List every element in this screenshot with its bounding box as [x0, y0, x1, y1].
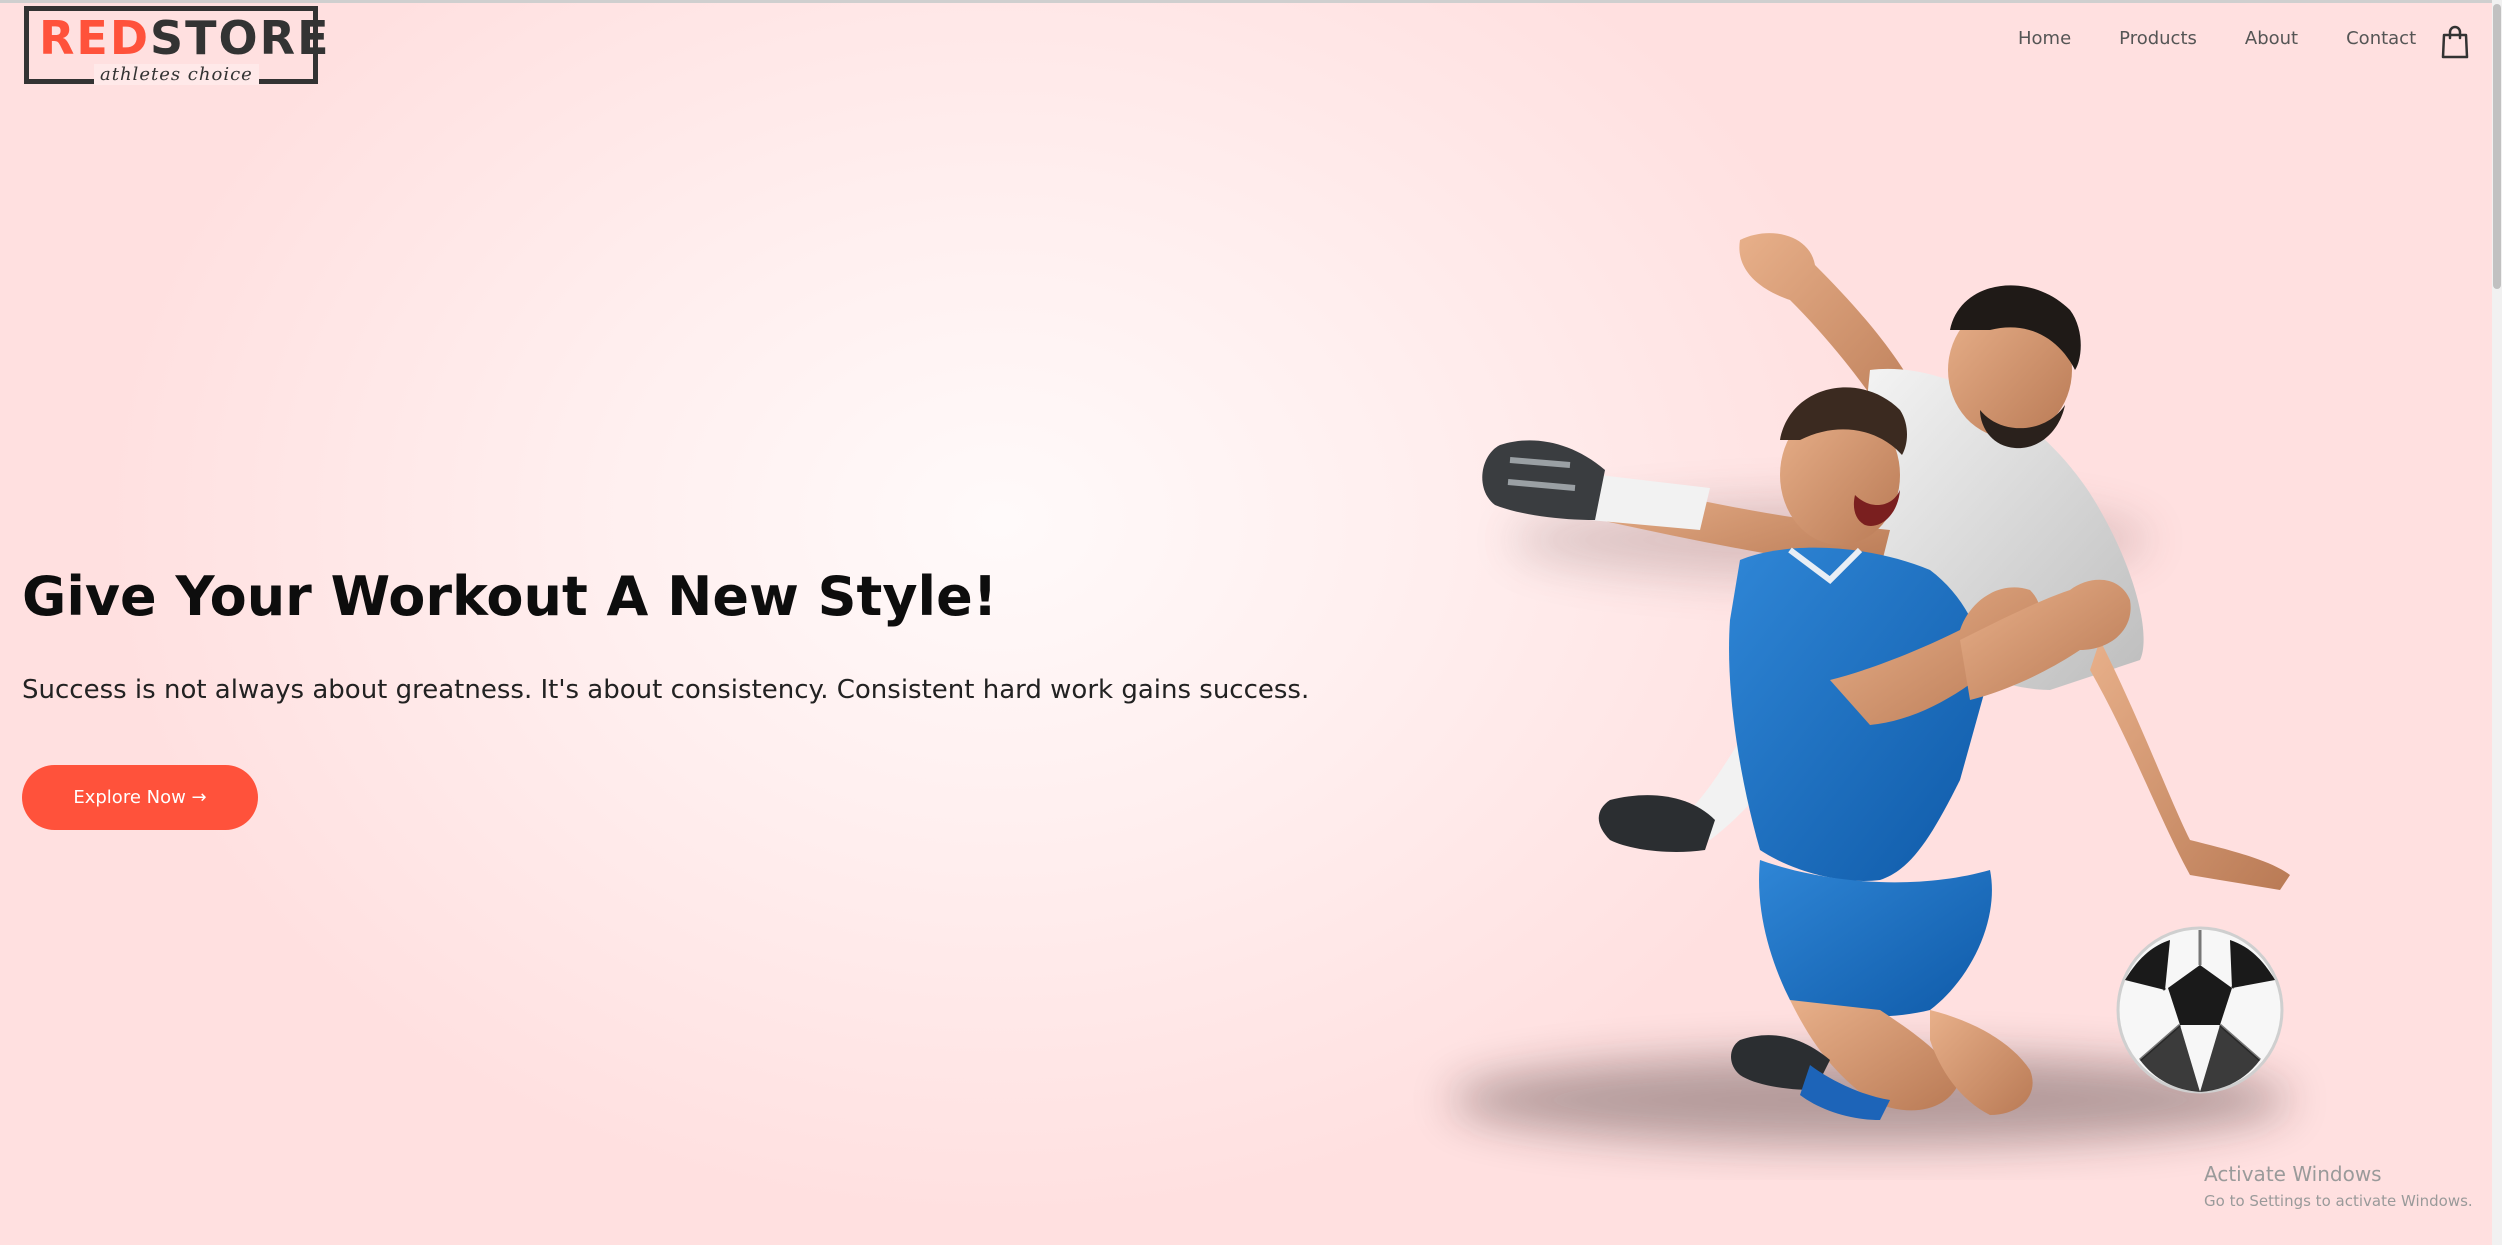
vertical-scrollbar[interactable]	[2492, 0, 2502, 1245]
watermark-title: Activate Windows	[2204, 1162, 2382, 1186]
scrollbar-thumb[interactable]	[2493, 4, 2501, 289]
nav-link-contact[interactable]: Contact	[2346, 28, 2416, 49]
shopping-bag-icon[interactable]	[2440, 24, 2470, 60]
windows-activation-watermark: Activate Windows Go to Settings to activ…	[2204, 1162, 2473, 1210]
page: REDSTORE athletes choice Home Products A…	[0, 0, 2502, 1245]
logo-dark-text: STORE	[150, 11, 331, 65]
logo-red-text: RED	[39, 11, 151, 65]
nav-link-products[interactable]: Products	[2119, 28, 2197, 49]
hero-subtitle: Success is not always about greatness. I…	[22, 675, 1310, 705]
watermark-subtitle: Go to Settings to activate Windows.	[2204, 1192, 2473, 1210]
explore-now-button[interactable]: Explore Now →	[22, 765, 258, 830]
nav-link-home[interactable]: Home	[2018, 28, 2071, 49]
logo-tagline: athletes choice	[94, 64, 259, 85]
nav-link-about[interactable]: About	[2245, 28, 2298, 49]
window-top-border	[0, 0, 2502, 3]
logo-wordmark: REDSTORE	[39, 15, 331, 61]
footballers-hero-image	[1450, 233, 2290, 1145]
hero-title: Give Your Workout A New Style!	[22, 565, 998, 628]
main-nav: Home Products About Contact	[2018, 28, 2416, 49]
soccer-ball	[2116, 926, 2284, 1094]
redstore-logo[interactable]: REDSTORE athletes choice	[24, 6, 328, 85]
